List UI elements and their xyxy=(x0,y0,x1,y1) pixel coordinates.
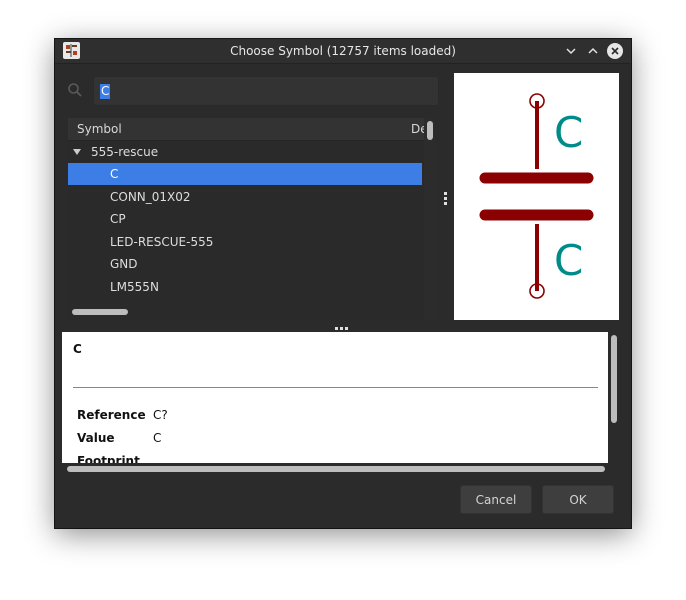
tree-group-555-rescue[interactable]: 555-rescue xyxy=(68,141,422,163)
tree-item-label: CP xyxy=(110,212,126,226)
tree-item-label: C xyxy=(110,167,119,181)
column-header-symbol[interactable]: Symbol xyxy=(77,118,122,140)
tree-item-led-rescue-555[interactable]: LED-RESCUE-555 xyxy=(68,231,422,253)
tree-item-label: LED-RESCUE-555 xyxy=(110,235,214,249)
vertical-splitter-handle[interactable] xyxy=(444,192,448,206)
search-input[interactable] xyxy=(94,77,438,105)
choose-symbol-dialog: Choose Symbol (12757 items loaded) C Sym… xyxy=(55,39,631,528)
symbol-tree[interactable]: Symbol De 555-rescue C CONN_01X02 CP LED… xyxy=(68,118,424,320)
symbol-details-panel: C Reference C? Value C Footprint xyxy=(62,332,608,463)
tree-horizontal-scrollbar[interactable] xyxy=(68,305,424,319)
details-horizontal-scrollbar[interactable] xyxy=(62,463,608,475)
tree-item-lm555n[interactable]: LM555N xyxy=(68,276,422,298)
details-value-value: C xyxy=(153,431,162,445)
tree-horizontal-scroll-thumb[interactable] xyxy=(72,309,128,315)
symbol-preview: C C xyxy=(454,73,619,320)
window-title: Choose Symbol (12757 items loaded) xyxy=(230,44,456,58)
tree-vertical-scroll-thumb[interactable] xyxy=(427,121,433,140)
chevron-down-icon xyxy=(566,48,576,55)
ok-button[interactable]: OK xyxy=(542,485,614,514)
details-key-footprint: Footprint xyxy=(77,454,140,463)
chevron-up-icon xyxy=(588,47,598,54)
search-field[interactable]: C xyxy=(93,76,439,106)
tree-group-label: 555-rescue xyxy=(91,145,159,159)
details-divider xyxy=(73,387,598,388)
search-icon xyxy=(68,83,82,97)
details-key-reference: Reference xyxy=(77,408,146,422)
details-symbol-name: C xyxy=(73,342,82,356)
value-label: C xyxy=(554,236,583,285)
reference-label: C xyxy=(554,108,583,157)
tree-item-gnd[interactable]: GND xyxy=(68,253,422,275)
tree-item-label: GND xyxy=(110,257,138,271)
maximize-button[interactable] xyxy=(584,42,602,60)
horizontal-splitter-handle[interactable] xyxy=(335,327,351,331)
details-horizontal-scroll-thumb[interactable] xyxy=(67,466,605,472)
tree-item-label: CONN_01X02 xyxy=(110,190,191,204)
details-vertical-scrollbar[interactable] xyxy=(608,332,621,463)
close-button[interactable] xyxy=(606,42,624,60)
tree-header: Symbol De xyxy=(68,118,424,141)
capacitor-symbol-graphic: C C xyxy=(479,93,594,299)
column-header-description[interactable]: De xyxy=(411,118,424,140)
expand-arrow-icon[interactable] xyxy=(73,149,81,155)
tree-item-label: LM555N xyxy=(110,280,159,294)
close-icon xyxy=(607,43,623,59)
title-bar[interactable]: Choose Symbol (12757 items loaded) xyxy=(55,39,631,64)
tree-item-c[interactable]: C xyxy=(68,163,422,185)
tree-vertical-scrollbar[interactable] xyxy=(424,118,435,320)
details-key-value: Value xyxy=(77,431,115,445)
tree-item-cp[interactable]: CP xyxy=(68,208,422,230)
tree-item-conn-01x02[interactable]: CONN_01X02 xyxy=(68,186,422,208)
details-value-reference: C? xyxy=(153,408,168,422)
details-vertical-scroll-thumb[interactable] xyxy=(611,335,617,423)
cancel-button[interactable]: Cancel xyxy=(460,485,532,514)
minimize-button[interactable] xyxy=(562,42,580,60)
